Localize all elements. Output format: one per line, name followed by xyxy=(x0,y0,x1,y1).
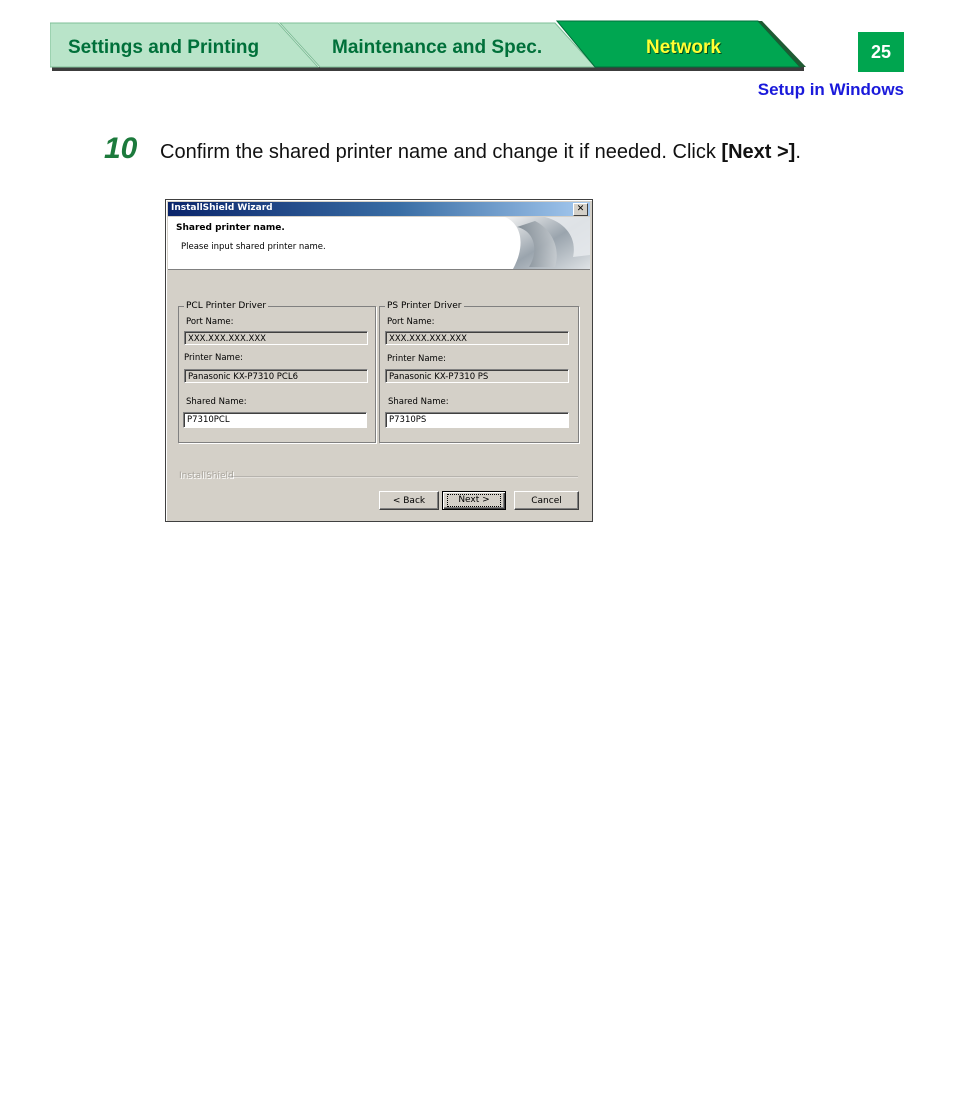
pcl-printer-label: Printer Name: xyxy=(184,353,243,363)
ps-port-field: XXX.XXX.XXX.XXX xyxy=(385,331,569,345)
section-link-setup-in-windows[interactable]: Setup in Windows xyxy=(758,80,904,100)
dialog-header: Shared printer name. Please input shared… xyxy=(168,217,590,270)
step-number: 10 xyxy=(104,132,138,165)
brand-divider xyxy=(228,476,578,478)
dialog-titlebar: InstallShield Wizard ✕ xyxy=(168,202,590,216)
step-text: Confirm the shared printer name and chan… xyxy=(160,141,722,163)
tab-network[interactable]: Network xyxy=(646,37,721,59)
ps-port-label: Port Name: xyxy=(387,317,435,327)
pcl-driver-group: PCL Printer Driver Port Name: XXX.XXX.XX… xyxy=(178,301,376,443)
pcl-group-label: PCL Printer Driver xyxy=(186,301,267,311)
ps-printer-field: Panasonic KX-P7310 PS xyxy=(385,369,569,383)
next-button-label: Next > xyxy=(447,494,501,507)
installshield-brand: InstallShield xyxy=(179,471,234,481)
ps-driver-group: PS Printer Driver Port Name: XXX.XXX.XXX… xyxy=(379,301,579,443)
ps-group-label: PS Printer Driver xyxy=(387,301,462,311)
tab-maintenance-and-spec[interactable]: Maintenance and Spec. xyxy=(332,37,542,59)
page-number-badge: 25 xyxy=(858,32,904,72)
wizard-graphic-icon xyxy=(505,217,590,269)
installshield-dialog: InstallShield Wizard ✕ Shared printer na… xyxy=(165,199,593,522)
pcl-shared-label: Shared Name: xyxy=(186,397,247,407)
dialog-title: InstallShield Wizard xyxy=(171,203,273,213)
tab-settings-and-printing[interactable]: Settings and Printing xyxy=(68,37,259,59)
tab-bar-shadow xyxy=(52,67,804,71)
header-title: Shared printer name. xyxy=(176,223,285,233)
close-icon: ✕ xyxy=(576,204,585,214)
cancel-button[interactable]: Cancel xyxy=(514,491,579,510)
ps-shared-name-input[interactable] xyxy=(385,412,569,428)
pcl-printer-field: Panasonic KX-P7310 PCL6 xyxy=(184,369,368,383)
back-button[interactable]: < Back xyxy=(379,491,439,510)
tab-bar: Settings and Printing Maintenance and Sp… xyxy=(50,20,820,72)
pcl-shared-name-input[interactable] xyxy=(183,412,367,428)
ps-shared-label: Shared Name: xyxy=(388,397,449,407)
close-button[interactable]: ✕ xyxy=(573,203,588,216)
pcl-port-field: XXX.XXX.XXX.XXX xyxy=(184,331,368,345)
next-button[interactable]: Next > xyxy=(442,491,506,510)
header-subtitle: Please input shared printer name. xyxy=(181,242,326,252)
step-end: . xyxy=(795,141,801,163)
step-bold-next: [Next >] xyxy=(721,141,796,163)
step-instruction: Confirm the shared printer name and chan… xyxy=(160,141,801,164)
pcl-port-label: Port Name: xyxy=(186,317,234,327)
ps-printer-label: Printer Name: xyxy=(387,354,446,364)
